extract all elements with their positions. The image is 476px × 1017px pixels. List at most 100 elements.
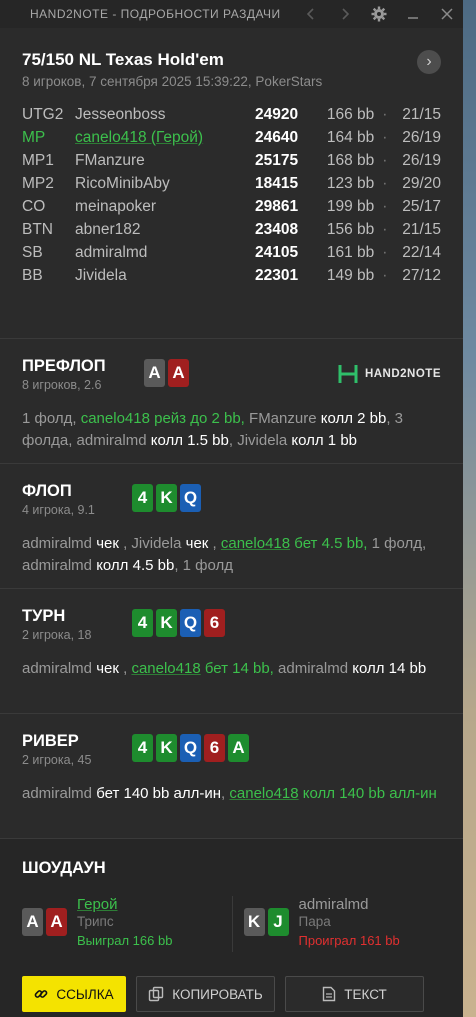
player-name: admiralmd xyxy=(75,243,148,261)
separator: · xyxy=(382,105,388,123)
card: Q xyxy=(180,734,201,762)
title-bar: HAND2NOTE - ПОДРОБНОСТИ РАЗДАЧИ xyxy=(0,0,463,28)
link-button-label: ССЫЛКА xyxy=(56,986,114,1002)
player-stats: 27/12 xyxy=(402,266,441,284)
flop-actions: admiralmd чек , Jividela чек , canelo418… xyxy=(22,533,441,577)
player-row[interactable]: BTN abner182 23408 156 bb · 21/15 xyxy=(22,218,441,241)
hero-name-link[interactable]: canelo418 xyxy=(229,785,298,802)
street-subtitle: 2 игрока, 18 xyxy=(22,628,92,642)
card: A xyxy=(168,359,189,387)
players-list: UTG2 Jesseonboss 24920 166 bb · 21/15 MP canel… xyxy=(22,103,441,287)
hero-name-link[interactable]: canelo418 xyxy=(221,535,290,552)
action-text: 1 фолд, xyxy=(22,410,81,427)
street-title: РИВЕР xyxy=(22,732,79,750)
hand-header: 75/150 NL Texas Hold'em 8 игроков, 7 сен… xyxy=(0,28,463,339)
divider xyxy=(232,896,233,952)
player-name: RicoMinibAby xyxy=(75,174,170,192)
separator: · xyxy=(382,243,388,261)
action-text: , xyxy=(208,535,221,552)
player-stats: 21/15 xyxy=(402,220,441,238)
player-stack-bb: 161 bb xyxy=(326,243,375,261)
text-button[interactable]: ТЕКСТ xyxy=(285,976,424,1012)
player-row[interactable]: BB Jividela 22301 149 bb · 27/12 xyxy=(22,264,441,287)
game-title: 75/150 NL Texas Hold'em xyxy=(22,50,224,69)
player-name: canelo418 (Герой) xyxy=(75,129,255,147)
hero-name-link[interactable]: canelo418 xyxy=(131,660,200,677)
showdown-title: ШОУДАУН xyxy=(22,859,106,877)
hero-action: canelo418 рейз до 2 bb, xyxy=(80,410,245,427)
hero-hole-cards: A A xyxy=(144,359,189,387)
player-row[interactable]: SB admiralmd 24105 161 bb · 22/14 xyxy=(22,241,441,264)
card: Q xyxy=(180,609,201,637)
player-position: BB xyxy=(22,266,43,284)
action-word: чек xyxy=(185,535,209,552)
minimize-icon[interactable] xyxy=(405,6,421,22)
turn-section: ТУРН 2 игрока, 18 4 K Q 6 admiralmd чек … xyxy=(0,589,463,714)
text-button-label: ТЕКСТ xyxy=(344,986,387,1002)
player-stack: 29861 xyxy=(254,197,299,215)
winner-name[interactable]: Герой xyxy=(77,896,172,913)
player-name: meinapoker xyxy=(75,197,157,215)
player-stats: 26/19 xyxy=(402,128,441,146)
hand-details-window: HAND2NOTE - ПОДРОБНОСТИ РАЗДАЧИ 75/150 N… xyxy=(0,0,463,1017)
action-text: admiralmd xyxy=(22,785,97,802)
winner-result: Выиграл 166 bb xyxy=(77,933,173,948)
hero-action: бет 4.5 bb, xyxy=(290,535,368,552)
showdown-loser: K J admiralmd Пара Проиграл 161 bb xyxy=(243,896,442,948)
player-row[interactable]: CO meinapoker 29861 199 bb · 25/17 xyxy=(22,195,441,218)
card: K xyxy=(243,908,265,936)
open-hand-button[interactable]: › xyxy=(417,50,441,74)
hand2note-logo: HAND2NOTE xyxy=(337,363,441,385)
card: 6 xyxy=(204,734,225,762)
chevron-right-icon[interactable] xyxy=(337,6,353,22)
card: K xyxy=(156,734,177,762)
action-buttons: ССЫЛКА КОПИРОВАТЬ ТЕКСТ xyxy=(22,976,441,1012)
board-cards: 4 K Q 6 A xyxy=(132,734,249,762)
player-stack-bb: 149 bb xyxy=(326,266,375,284)
loser-result: Проиграл 161 bb xyxy=(298,933,400,948)
player-stack: 25175 xyxy=(254,151,299,169)
action-text: , Jividela xyxy=(118,535,186,552)
card: A xyxy=(228,734,249,762)
document-icon xyxy=(323,986,336,1002)
street-title: ТУРН xyxy=(22,607,66,625)
river-actions: admiralmd бет 140 bb алл-ин, canelo418 к… xyxy=(22,783,441,805)
flop-section: ФЛОП 4 игрока, 9.1 4 K Q admiralmd чек ,… xyxy=(0,464,463,589)
player-stack-bb: 199 bb xyxy=(326,197,375,215)
logo-text: HAND2NOTE xyxy=(364,368,441,380)
player-stack: 24640 xyxy=(254,128,299,146)
player-row-hero[interactable]: MP canelo418 (Герой) 24640 164 bb · 26/19 xyxy=(22,126,441,149)
hero-action: бет 14 bb, xyxy=(200,660,274,677)
card: K xyxy=(156,484,177,512)
hand2note-logo-icon xyxy=(338,365,358,383)
showdown-winner: A A Герой Трипс Выиграл 166 bb xyxy=(22,896,220,948)
player-row[interactable]: MP1 FManzure 25175 168 bb · 26/19 xyxy=(22,149,441,172)
preflop-actions: 1 фолд, canelo418 рейз до 2 bb, FManzure… xyxy=(22,408,441,452)
player-name: abner182 xyxy=(75,220,141,238)
player-name: Jesseonboss xyxy=(75,105,166,123)
chevron-left-icon[interactable] xyxy=(303,6,319,22)
street-title: ФЛОП xyxy=(22,482,72,500)
action-text: FManzure xyxy=(244,410,321,427)
title-bar-controls xyxy=(303,0,455,28)
player-stats: 26/19 xyxy=(402,151,441,169)
chevron-right-icon: › xyxy=(426,53,432,70)
player-row[interactable]: UTG2 Jesseonboss 24920 166 bb · 21/15 xyxy=(22,103,441,126)
card: A xyxy=(144,359,165,387)
hero-action: колл 140 bb алл-ин xyxy=(298,785,437,802)
street-subtitle: 2 игрока, 45 xyxy=(22,753,92,767)
gear-icon[interactable] xyxy=(371,6,387,22)
card: J xyxy=(267,908,289,936)
close-icon[interactable] xyxy=(439,6,455,22)
player-position: MP1 xyxy=(22,151,54,169)
action-text: admiralmd xyxy=(22,660,97,677)
player-stack: 23408 xyxy=(254,220,299,238)
game-subtitle: 8 игроков, 7 сентября 2025 15:39:22, Pok… xyxy=(22,74,323,89)
player-position: CO xyxy=(22,197,46,215)
showdown-players: A A Герой Трипс Выиграл 166 bb K J admir… xyxy=(22,896,442,952)
copy-button[interactable]: КОПИРОВАТЬ xyxy=(136,976,275,1012)
loser-name: admiralmd xyxy=(298,896,369,913)
player-row[interactable]: MP2 RicoMinibAby 18415 123 bb · 29/20 xyxy=(22,172,441,195)
player-stack: 18415 xyxy=(254,174,299,192)
link-button[interactable]: ССЫЛКА xyxy=(22,976,126,1012)
